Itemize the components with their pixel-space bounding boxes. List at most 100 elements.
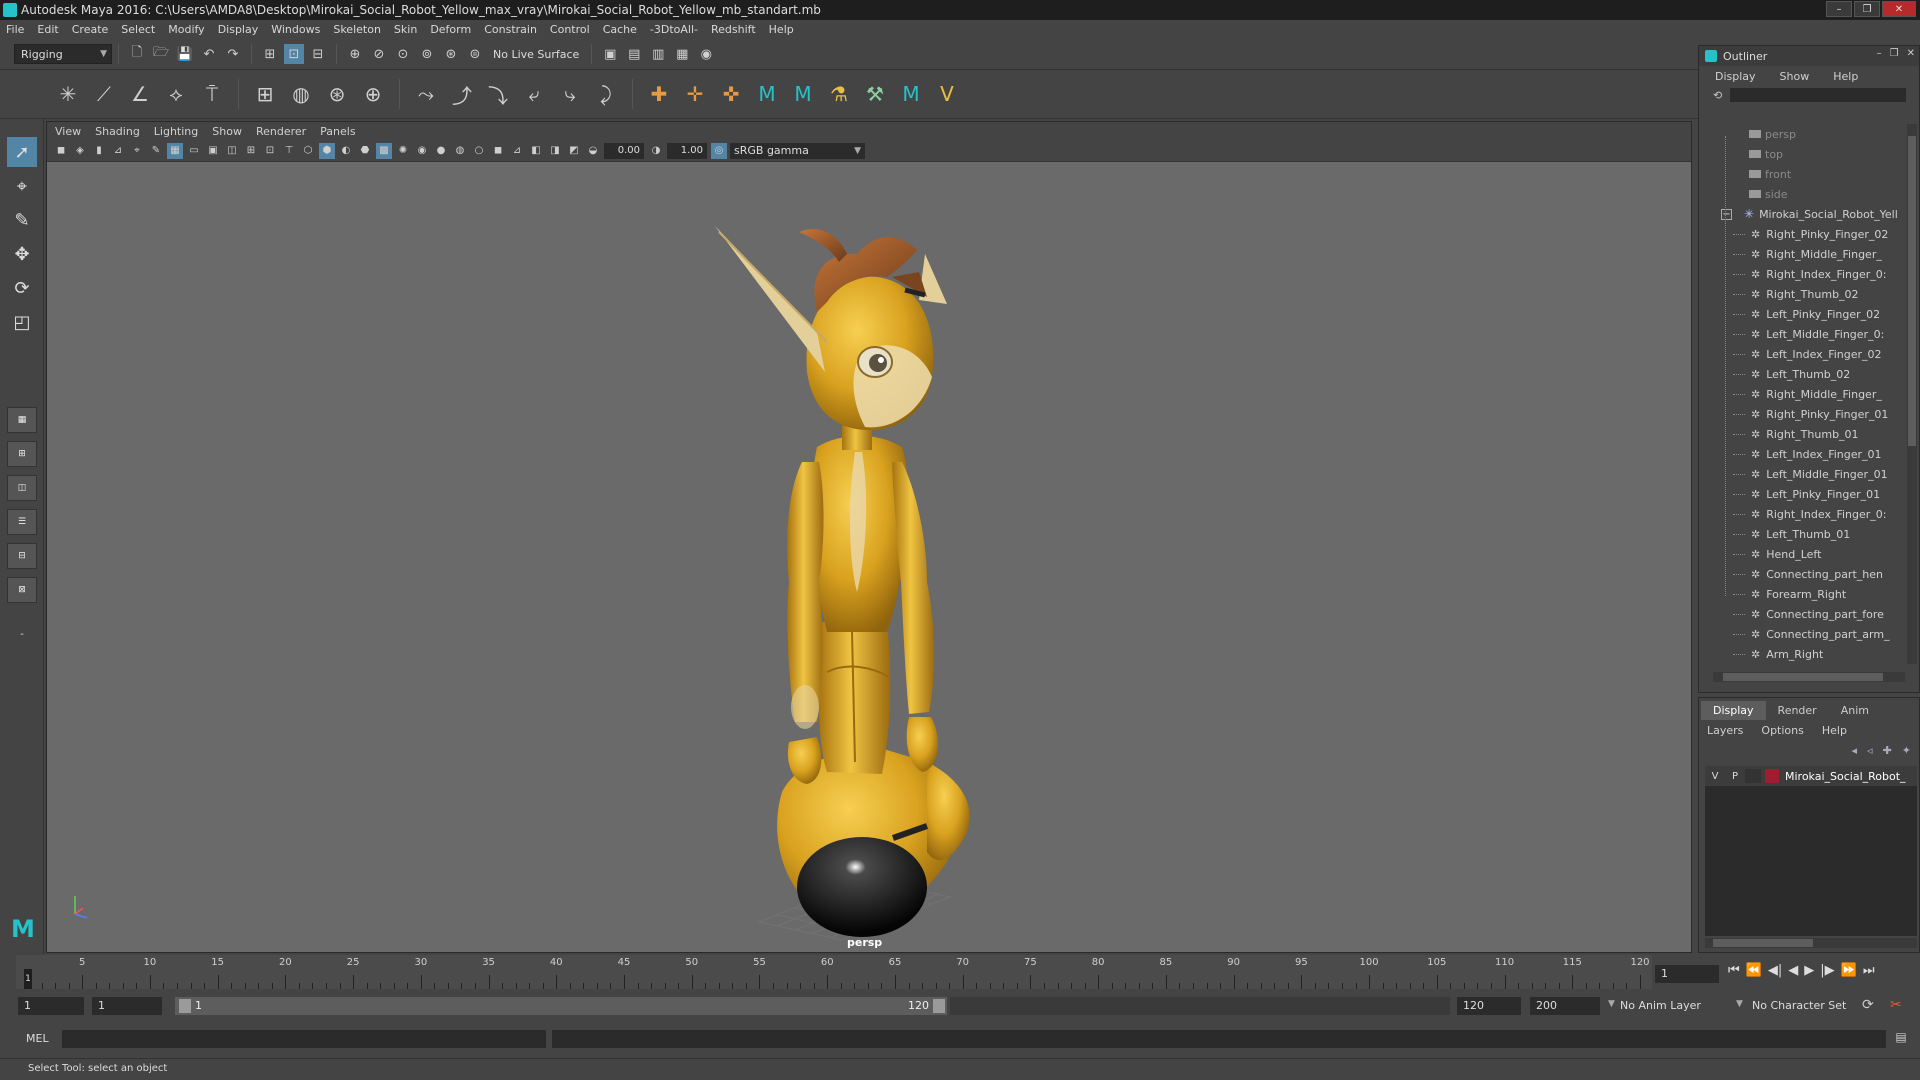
- wireframe-on-shaded-icon[interactable]: ⬣: [357, 143, 373, 159]
- perspective-viewport[interactable]: View Shading Lighting Show Renderer Pane…: [46, 121, 1692, 953]
- character-set-dropdown[interactable]: No Character Set: [1752, 997, 1846, 1015]
- lasso-tool-icon[interactable]: ⌖: [7, 171, 37, 201]
- gamma-icon[interactable]: ◑: [648, 143, 664, 159]
- outliner-close-button[interactable]: ✕: [1907, 48, 1915, 59]
- play-forward-icon[interactable]: ▶: [1804, 963, 1814, 978]
- menu-cache[interactable]: Cache: [603, 23, 637, 36]
- menu-constrain[interactable]: Constrain: [484, 23, 537, 36]
- outliner-camera-side[interactable]: side: [1705, 184, 1905, 204]
- bookmark-icon[interactable]: ▮: [91, 143, 107, 159]
- xray-joints-icon[interactable]: ◩: [566, 143, 582, 159]
- scale-tool-icon[interactable]: ◰: [7, 307, 37, 337]
- outliner-vertical-scrollbar[interactable]: [1907, 124, 1917, 664]
- smooth-shade-icon[interactable]: ⬢: [319, 142, 335, 159]
- color-management-icon[interactable]: ◎: [711, 142, 727, 159]
- outliner-item[interactable]: ✲ Connecting_part_hen: [1705, 564, 1905, 584]
- outliner-minimize-button[interactable]: –: [1877, 48, 1882, 59]
- outliner-item[interactable]: ✲ Right_Index_Finger_0:: [1705, 264, 1905, 284]
- single-view-layout-icon[interactable]: ▦: [7, 407, 37, 433]
- range-bar[interactable]: 1 120: [175, 997, 947, 1015]
- outliner-camera-top[interactable]: top: [1705, 144, 1905, 164]
- script-language-label[interactable]: MEL: [26, 1032, 49, 1045]
- menu-set-dropdown[interactable]: Rigging ▼: [14, 44, 112, 64]
- outliner-maximize-button[interactable]: ❐: [1890, 48, 1899, 59]
- render-frame-icon[interactable]: ▤: [624, 44, 644, 64]
- 2d-pan-zoom-icon[interactable]: ⌖: [129, 143, 145, 159]
- snap-grid-icon[interactable]: ⊕: [345, 44, 365, 64]
- gamma-field[interactable]: 1.00: [667, 142, 707, 159]
- safe-title-icon[interactable]: ⊤: [281, 143, 297, 159]
- render-view-icon[interactable]: ▦: [672, 44, 692, 64]
- playback-end-field[interactable]: 120: [1457, 997, 1521, 1015]
- layer-color-swatch[interactable]: [1765, 769, 1779, 783]
- use-all-lights-icon[interactable]: ✺: [395, 143, 411, 159]
- layer-horizontal-scrollbar[interactable]: [1705, 938, 1917, 948]
- multisample-aa-icon[interactable]: ○: [471, 143, 487, 159]
- outliner-item[interactable]: ✲ Forearm_Right: [1705, 584, 1905, 604]
- ipr-render-icon[interactable]: ▥: [648, 44, 668, 64]
- outliner-item[interactable]: ✲ Left_Middle_Finger_01: [1705, 464, 1905, 484]
- outliner-item[interactable]: ✲ Right_Index_Finger_0:: [1705, 504, 1905, 524]
- outliner-item[interactable]: ✲ Right_Thumb_01: [1705, 424, 1905, 444]
- outliner-menu-show[interactable]: Show: [1780, 70, 1810, 83]
- undo-icon[interactable]: ↶: [199, 44, 219, 64]
- outliner-item[interactable]: ✲ Arm_Right: [1705, 644, 1905, 664]
- menu-help[interactable]: Help: [769, 23, 794, 36]
- image-plane-icon[interactable]: ⊿: [110, 143, 126, 159]
- outliner-search-input[interactable]: [1730, 88, 1907, 102]
- outliner-item[interactable]: ✲ Connecting_part_fore: [1705, 604, 1905, 624]
- snap-view-plane-icon[interactable]: ⊚: [417, 44, 437, 64]
- move-tool-icon[interactable]: ✥: [7, 239, 37, 269]
- new-layer-icon[interactable]: ✚: [1883, 744, 1892, 757]
- save-scene-icon[interactable]: 💾: [175, 44, 195, 64]
- panel-menu-shading[interactable]: Shading: [95, 125, 140, 138]
- outliner-item[interactable]: ✲ Left_Pinky_Finger_01: [1705, 484, 1905, 504]
- menu-control[interactable]: Control: [550, 23, 590, 36]
- screen-space-ao-icon[interactable]: ●: [433, 143, 449, 159]
- view-transform-dropdown[interactable]: sRGB gamma ▼: [730, 142, 865, 159]
- minimize-button[interactable]: –: [1826, 1, 1852, 17]
- menu-3dtoall[interactable]: -3DtoAll-: [650, 23, 698, 36]
- layer-visibility-toggle[interactable]: V: [1705, 771, 1725, 782]
- panel-menu-renderer[interactable]: Renderer: [256, 125, 306, 138]
- aim-constraint-icon[interactable]: ✛: [680, 79, 710, 109]
- script-editor-icon[interactable]: ▤: [1892, 1030, 1910, 1048]
- menu-display[interactable]: Display: [218, 23, 259, 36]
- skin-cluster-icon[interactable]: ⤸: [591, 79, 621, 109]
- ik-spline-icon[interactable]: ∠: [125, 79, 155, 109]
- range-start-handle[interactable]: [179, 999, 191, 1013]
- menu-create[interactable]: Create: [72, 23, 109, 36]
- menu-windows[interactable]: Windows: [271, 23, 320, 36]
- tab-display[interactable]: Display: [1701, 701, 1766, 720]
- blend-shape-icon[interactable]: ⚗: [824, 79, 854, 109]
- go-to-start-icon[interactable]: ⏮: [1728, 963, 1740, 978]
- select-hierarchy-icon[interactable]: ⊞: [260, 44, 280, 64]
- menu-skin[interactable]: Skin: [394, 23, 417, 36]
- auto-key-icon[interactable]: ⟳: [1862, 997, 1874, 1013]
- hypershade-layout-icon[interactable]: ⊠: [7, 577, 37, 603]
- collapse-icon[interactable]: −: [1721, 208, 1732, 220]
- outliner-item[interactable]: ✲ Left_Middle_Finger_0:: [1705, 324, 1905, 344]
- outliner-item[interactable]: ✲ Left_Thumb_02: [1705, 364, 1905, 384]
- film-gate-icon[interactable]: ▭: [186, 143, 202, 159]
- menu-deform[interactable]: Deform: [430, 23, 471, 36]
- xray-active-icon[interactable]: ◨: [547, 143, 563, 159]
- outliner-item[interactable]: ✲ Right_Pinky_Finger_01: [1705, 404, 1905, 424]
- paint-select-tool-icon[interactable]: ✎: [7, 205, 37, 235]
- bind-skin-icon[interactable]: ⤳: [411, 79, 441, 109]
- xray-icon[interactable]: ◧: [528, 143, 544, 159]
- scene-view[interactable]: [47, 162, 1692, 953]
- scrollbar-thumb[interactable]: [1713, 939, 1813, 947]
- outliner-item[interactable]: ✲ Right_Middle_Finger_: [1705, 244, 1905, 264]
- layer-menu-help[interactable]: Help: [1822, 724, 1847, 737]
- range-end-handle[interactable]: [933, 999, 945, 1013]
- go-to-end-icon[interactable]: ⏭: [1863, 963, 1875, 978]
- outliner-menu-help[interactable]: Help: [1833, 70, 1858, 83]
- isolate-select-icon[interactable]: ⊿: [509, 143, 525, 159]
- select-component-icon[interactable]: ⊟: [308, 44, 328, 64]
- orient-joint-icon[interactable]: ⍑: [197, 79, 227, 109]
- textured-icon[interactable]: ▩: [376, 142, 392, 159]
- select-tool-icon[interactable]: ➚: [7, 137, 37, 167]
- snap-surface-icon[interactable]: ⊛: [441, 44, 461, 64]
- more-layouts-icon[interactable]: -: [7, 619, 37, 649]
